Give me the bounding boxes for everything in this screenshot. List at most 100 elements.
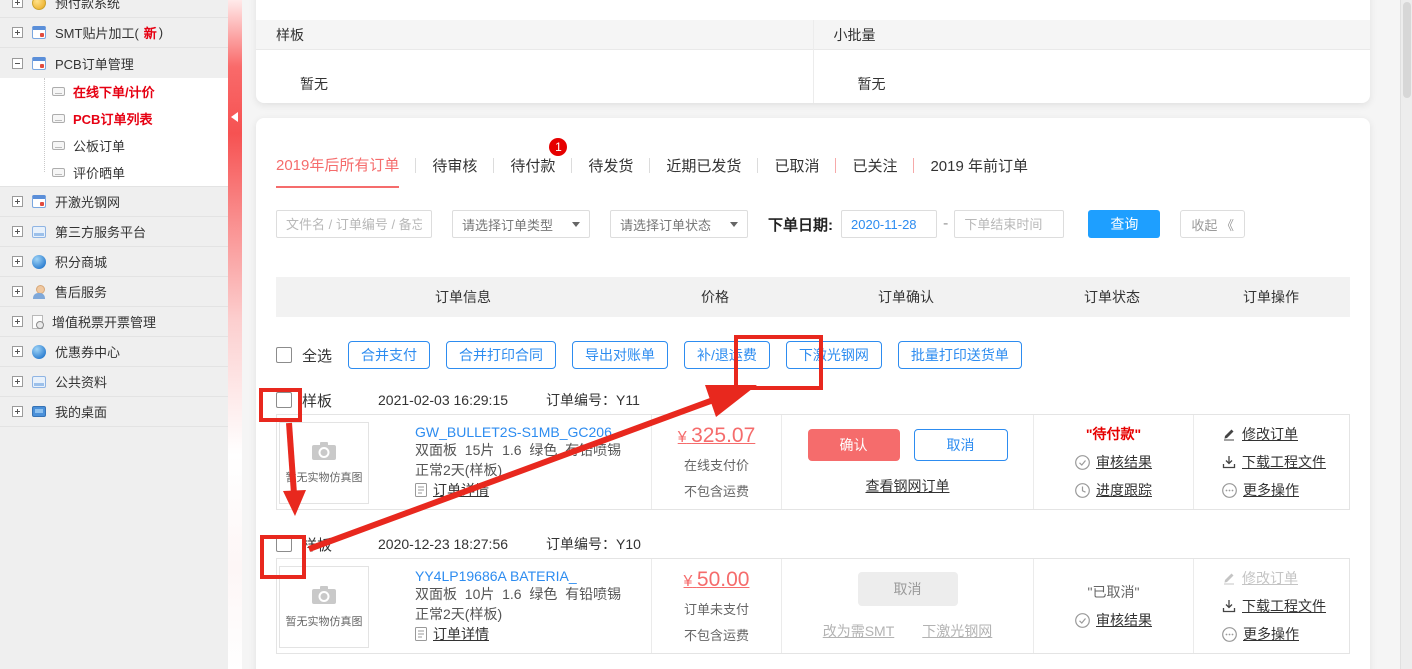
summary-smallbatch-column: 小批量 暂无 bbox=[813, 20, 1371, 103]
tab-cancelled[interactable]: 已取消 bbox=[774, 155, 819, 187]
sidebar-item-my-desktop[interactable]: 我的桌面 bbox=[0, 397, 228, 427]
order-price-link[interactable]: ¥ 325.07 bbox=[678, 424, 756, 448]
batch-print-delivery-button[interactable]: 批量打印送货单 bbox=[898, 341, 1022, 369]
camera-icon bbox=[311, 585, 337, 605]
collapse-minus-icon[interactable] bbox=[12, 58, 23, 69]
order-actions-cell: 修改订单 下载工程文件 更多操作 bbox=[1193, 559, 1351, 653]
modify-order-link-disabled[interactable]: 修改订单 bbox=[1222, 568, 1351, 588]
product-image-placeholder[interactable]: 暂无实物仿真图 bbox=[279, 566, 369, 648]
summary-sample-empty: 暂无 bbox=[256, 50, 813, 94]
order-row: 暂无实物仿真图 GW_BULLET2S-S1MB_GC206... 双面板 15… bbox=[276, 414, 1350, 510]
modify-order-link[interactable]: 修改订单 bbox=[1222, 424, 1351, 444]
order-detail-link[interactable]: 订单详情 bbox=[415, 624, 621, 644]
product-name-link[interactable]: GW_BULLET2S-S1MB_GC206... bbox=[415, 424, 624, 440]
order-info-cell: 暂无实物仿真图 YY4LP19686A BATERIA_ 双面板 10片 1.6… bbox=[277, 559, 651, 653]
sidebar-item-points-mall[interactable]: 积分商城 bbox=[0, 247, 228, 277]
product-name-link[interactable]: YY4LP19686A BATERIA_ bbox=[415, 568, 621, 584]
keyword-search-input[interactable] bbox=[276, 210, 432, 238]
sidebar-subitem-review[interactable]: 评价晒单 bbox=[0, 159, 228, 186]
person-icon bbox=[32, 285, 46, 299]
select-all-checkbox[interactable] bbox=[276, 347, 292, 363]
expand-plus-icon[interactable] bbox=[12, 376, 23, 387]
invoice-icon bbox=[32, 315, 43, 329]
view-stencil-order-link[interactable]: 查看钢网订单 bbox=[866, 476, 950, 496]
more-actions-link[interactable]: 更多操作 bbox=[1222, 624, 1351, 644]
collapse-arrow-icon[interactable] bbox=[231, 112, 238, 122]
collapse-filters-button[interactable]: 收起 《 bbox=[1180, 210, 1245, 238]
sidebar-subitem-pcb-order-list[interactable]: PCB订单列表 bbox=[0, 105, 228, 132]
confirm-order-button[interactable]: 确认 bbox=[808, 429, 900, 461]
expand-plus-icon[interactable] bbox=[12, 316, 23, 327]
order-checkbox[interactable] bbox=[276, 392, 292, 408]
tab-orders-before-2019[interactable]: 2019 年前订单 bbox=[930, 155, 1028, 187]
order-detail-link[interactable]: 订单详情 bbox=[415, 480, 624, 500]
cancel-order-button[interactable]: 取消 bbox=[914, 429, 1008, 461]
cancel-order-button-disabled[interactable]: 取消 bbox=[858, 572, 958, 606]
sidebar-item-vat-invoice[interactable]: 增值税票开票管理 bbox=[0, 307, 228, 337]
order-laser-stencil-button[interactable]: 下激光钢网 bbox=[786, 341, 882, 369]
order-status-text: "已取消" bbox=[1088, 582, 1140, 602]
order-date-label: 下单日期: bbox=[768, 214, 833, 235]
export-statement-button[interactable]: 导出对账单 bbox=[572, 341, 668, 369]
no-image-label: 暂无实物仿真图 bbox=[286, 469, 363, 485]
summary-smallbatch-title: 小批量 bbox=[814, 20, 1371, 50]
more-actions-link[interactable]: 更多操作 bbox=[1222, 480, 1351, 500]
more-options-icon bbox=[1222, 483, 1237, 498]
product-image-placeholder[interactable]: 暂无实物仿真图 bbox=[279, 422, 369, 504]
sidebar-item-public-docs[interactable]: 公共资料 bbox=[0, 367, 228, 397]
sidebar-subitem-online-order[interactable]: 在线下单/计价 bbox=[0, 78, 228, 105]
sidebar-item-laser-stencil[interactable]: 开激光钢网 bbox=[0, 187, 228, 217]
sidebar-item-coupon-center[interactable]: 优惠券中心 bbox=[0, 337, 228, 367]
expand-plus-icon[interactable] bbox=[12, 0, 23, 8]
expand-plus-icon[interactable] bbox=[12, 196, 23, 207]
scrollbar-thumb[interactable] bbox=[1403, 2, 1411, 98]
order-status-select[interactable]: 请选择订单状态 bbox=[610, 210, 748, 238]
review-result-link[interactable]: 审核结果 bbox=[1075, 452, 1152, 472]
tab-all-orders-after-2019[interactable]: 2019年后所有订单 bbox=[276, 154, 399, 188]
order-laser-stencil-link[interactable]: 下激光钢网 bbox=[922, 621, 992, 641]
order-checkbox[interactable] bbox=[276, 536, 292, 552]
sidebar-item-prepay[interactable]: 预付款系统 bbox=[0, 0, 228, 18]
sidebar-item-label: 增值税票开票管理 bbox=[52, 312, 156, 331]
order-price-link[interactable]: ¥ 50.00 bbox=[684, 568, 750, 592]
expand-plus-icon[interactable] bbox=[12, 346, 23, 357]
expand-plus-icon[interactable] bbox=[12, 256, 23, 267]
download-files-link[interactable]: 下载工程文件 bbox=[1222, 452, 1351, 472]
review-result-link[interactable]: 审核结果 bbox=[1075, 610, 1152, 630]
change-to-smt-link[interactable]: 改为需SMT bbox=[823, 621, 895, 641]
sidebar-item-third-party[interactable]: 第三方服务平台 bbox=[0, 217, 228, 247]
date-start-input[interactable] bbox=[841, 210, 937, 238]
page-scrollbar[interactable] bbox=[1400, 0, 1412, 669]
sidebar-item-after-sales[interactable]: 售后服务 bbox=[0, 277, 228, 307]
expand-plus-icon[interactable] bbox=[12, 286, 23, 297]
sidebar-item-pcb-orders[interactable]: PCB订单管理 bbox=[0, 48, 228, 78]
tab-recently-shipped[interactable]: 近期已发货 bbox=[666, 155, 741, 187]
sidebar-collapse-strip[interactable] bbox=[228, 0, 242, 669]
sidebar-subitem-public-board[interactable]: 公板订单 bbox=[0, 132, 228, 159]
progress-tracking-link[interactable]: 进度跟踪 bbox=[1075, 480, 1152, 500]
modify-order-label: 修改订单 bbox=[1242, 424, 1298, 444]
tab-separator bbox=[913, 158, 914, 173]
tab-pending-payment[interactable]: 待付款 1 bbox=[510, 155, 555, 187]
expand-plus-icon[interactable] bbox=[12, 226, 23, 237]
tab-followed[interactable]: 已关注 bbox=[852, 155, 897, 187]
order-price-cell: ¥ 325.07 在线支付价 不包含运费 bbox=[651, 415, 781, 509]
sidebar-subitem-label: 在线下单/计价 bbox=[73, 82, 155, 101]
price-note: 在线支付价 bbox=[684, 455, 749, 474]
tab-pending-review[interactable]: 待审核 bbox=[432, 155, 477, 187]
search-button[interactable]: 查询 bbox=[1088, 210, 1160, 238]
price-note: 订单未支付 bbox=[684, 599, 749, 618]
refund-shipping-button[interactable]: 补/退运费 bbox=[684, 341, 770, 369]
merge-pay-button[interactable]: 合并支付 bbox=[348, 341, 430, 369]
expand-plus-icon[interactable] bbox=[12, 27, 23, 38]
new-badge: 新 bbox=[144, 23, 157, 42]
expand-plus-icon[interactable] bbox=[12, 406, 23, 417]
sidebar-item-label: 我的桌面 bbox=[55, 402, 107, 421]
order-type-select[interactable]: 请选择订单类型 bbox=[452, 210, 590, 238]
order-status-cell: "已取消" 审核结果 bbox=[1033, 559, 1193, 653]
date-end-input[interactable] bbox=[954, 210, 1064, 238]
merge-print-contract-button[interactable]: 合并打印合同 bbox=[446, 341, 556, 369]
download-files-link[interactable]: 下载工程文件 bbox=[1222, 596, 1351, 616]
sidebar-item-smt[interactable]: SMT贴片加工( 新 ) bbox=[0, 18, 228, 48]
tab-pending-shipment[interactable]: 待发货 bbox=[588, 155, 633, 187]
